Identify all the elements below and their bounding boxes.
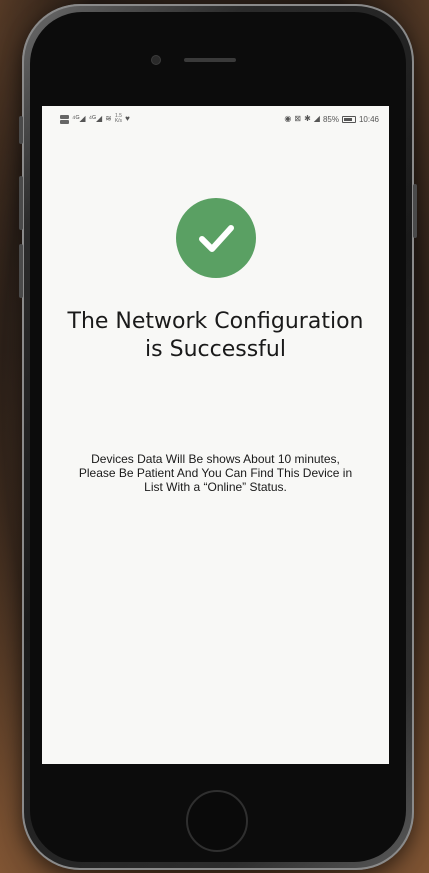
earpiece-speaker	[184, 58, 236, 62]
success-title-line-1: The Network Configuration	[67, 309, 364, 334]
success-title: The Network Configuration is Successful	[42, 308, 389, 364]
status-bar-left: ⁴ᴳ◢ ⁴ᴳ◢ ≋ 1.5 K/s ♥	[60, 114, 130, 124]
heart-icon: ♥	[125, 114, 130, 123]
success-message-line-2: Please Be Patient And You Can Find This …	[78, 466, 353, 480]
sim-icon	[60, 114, 69, 124]
success-message: Devices Data Will Be shows About 10 minu…	[58, 452, 373, 494]
status-bar-right: ◉ ⊠ ✱ ◢ 85% 10:46	[284, 115, 379, 124]
clock: 10:46	[358, 114, 379, 124]
eye-icon: ◉	[284, 114, 292, 123]
network-speed: 1.5 K/s	[115, 114, 122, 124]
signal-icon-2: ⁴ᴳ◢	[88, 114, 103, 123]
success-badge	[176, 198, 256, 278]
battery-icon	[341, 115, 356, 123]
signal-icon: ⁴ᴳ◢	[72, 114, 86, 123]
status-bar: ⁴ᴳ◢ ⁴ᴳ◢ ≋ 1.5 K/s ♥ ◉ ⊠ ✱ ◢ 85% 10:46	[42, 106, 389, 132]
power-button	[413, 184, 417, 238]
front-camera	[152, 56, 160, 64]
success-message-line-3: List With a “Online” Status.	[144, 480, 287, 494]
success-title-line-2: is Successful	[145, 337, 286, 362]
battery-percent: 85%	[322, 114, 339, 124]
bluetooth-icon: ✱	[304, 114, 311, 123]
network-speed-unit: K/s	[114, 118, 123, 124]
home-button[interactable]	[186, 790, 248, 852]
volume-up-button	[19, 176, 23, 230]
mute-switch	[19, 116, 23, 144]
app-screen: ⁴ᴳ◢ ⁴ᴳ◢ ≋ 1.5 K/s ♥ ◉ ⊠ ✱ ◢ 85% 10:46 Th…	[42, 106, 389, 764]
vibrate-icon: ⊠	[294, 114, 302, 123]
success-message-line-1: Devices Data Will Be shows About 10 minu…	[91, 452, 340, 466]
wifi-icon: ≋	[105, 114, 112, 123]
volume-down-button	[19, 244, 23, 298]
signal-strength-icon: ◢	[313, 114, 320, 123]
checkmark-icon	[199, 225, 234, 252]
